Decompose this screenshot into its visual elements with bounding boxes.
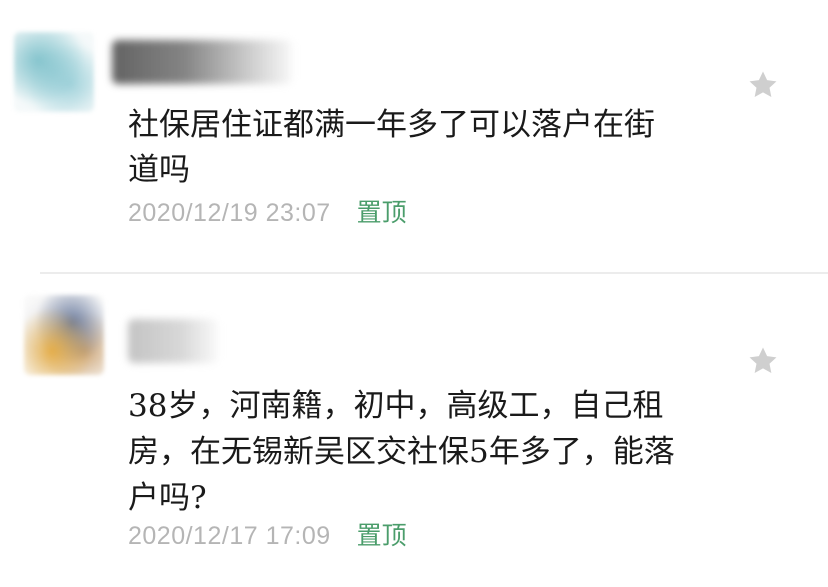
comment-timestamp: 2020/12/17 17:09 [128,522,331,550]
comment-timestamp: 2020/12/19 23:07 [128,199,331,227]
comment-meta: 2020/12/17 17:09 置顶 [128,521,407,551]
pin-to-top-button[interactable]: 置顶 [357,198,407,228]
comment-text: 社保居住证都满一年多了可以落户在街 道吗 [128,107,655,188]
pin-to-top-button[interactable]: 置顶 [357,521,407,551]
comment-item: 社保居住证都满一年多了可以落户在街 道吗 2020/12/19 23:07 置顶 [0,0,828,272]
star-icon[interactable] [746,68,780,102]
author-name-blurred [112,40,292,84]
star-icon[interactable] [746,344,780,378]
comment-text: 38岁，河南籍，初中，高级工，自己租 房，在无锡新吴区交社保5年多了，能落 户吗… [128,388,675,516]
divider [40,272,828,274]
avatar[interactable] [14,32,94,112]
comment-meta: 2020/12/19 23:07 置顶 [128,198,407,228]
author-name-blurred [128,319,218,363]
avatar[interactable] [24,295,104,375]
comment-item: 38岁，河南籍，初中，高级工，自己租 房，在无锡新吴区交社保5年多了，能落 户吗… [0,275,828,587]
